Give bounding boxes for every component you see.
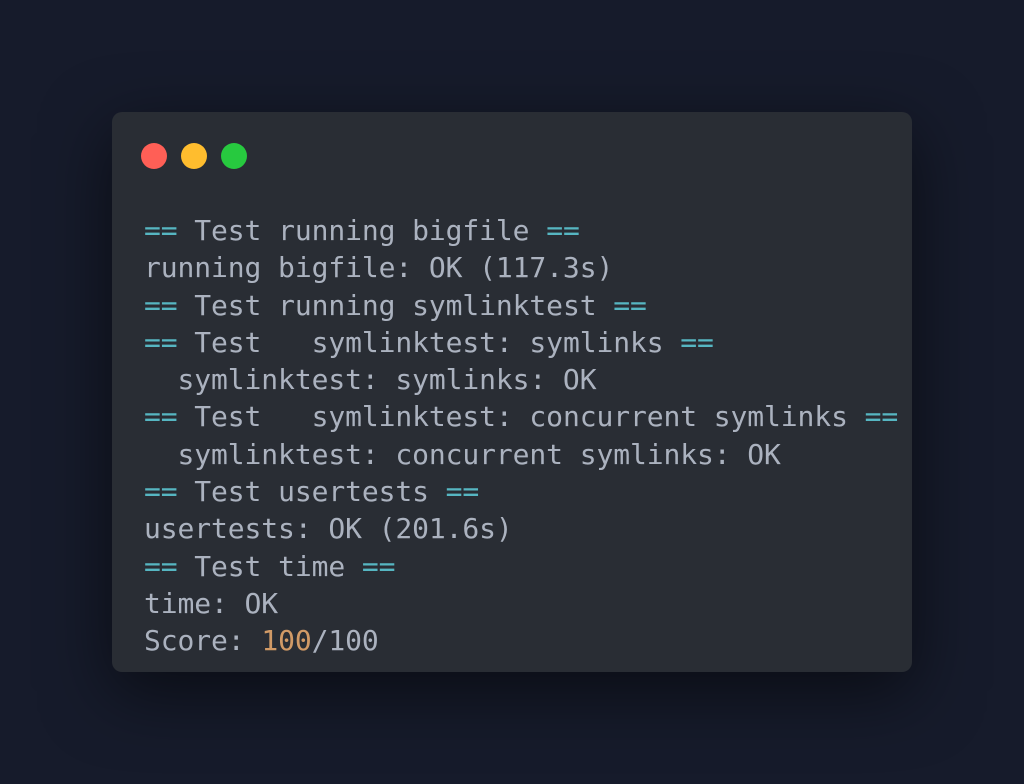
test-marker: == <box>144 288 178 322</box>
line-text: Test symlinktest: concurrent symlinks <box>194 400 848 434</box>
output-line: == Test time == <box>144 548 912 585</box>
output-line: == Test usertests == <box>144 473 912 510</box>
test-marker: == <box>361 549 396 583</box>
window-controls <box>141 143 247 169</box>
line-text: usertests: OK (201.6s) <box>144 512 513 546</box>
terminal-window: == Test running bigfile == running bigfi… <box>112 112 912 672</box>
line-text: Test symlinktest: symlinks <box>194 325 664 359</box>
output-line: time: OK <box>144 585 912 622</box>
maximize-button[interactable] <box>221 143 247 169</box>
line-text: symlinktest: symlinks: OK <box>144 363 597 397</box>
line-text: Test running symlinktest <box>194 288 597 322</box>
line-text: Test time <box>194 549 346 583</box>
test-marker: == <box>144 400 178 434</box>
output-line: == Test symlinktest: concurrent symlinks… <box>144 398 912 435</box>
test-marker: == <box>445 475 480 509</box>
test-marker: == <box>144 475 178 509</box>
line-text: Test running bigfile <box>194 214 530 247</box>
score-total: /100 <box>311 624 379 658</box>
line-text: time: OK <box>144 586 279 620</box>
test-marker: == <box>144 549 178 583</box>
line-text: running bigfile: OK (117.3s) <box>144 251 614 285</box>
score-line: Score: 100/100 <box>144 622 912 659</box>
close-button[interactable] <box>141 143 167 169</box>
output-line: usertests: OK (201.6s) <box>144 510 912 547</box>
test-marker: == <box>680 325 714 359</box>
minimize-button[interactable] <box>181 143 207 169</box>
score-value: 100 <box>261 624 312 658</box>
output-line: symlinktest: symlinks: OK <box>144 361 912 398</box>
test-marker: == <box>613 288 647 322</box>
output-line: == Test symlinktest: symlinks == <box>144 324 912 361</box>
output-line: == Test running symlinktest == <box>144 287 912 324</box>
output-line: running bigfile: OK (117.3s) <box>144 249 912 286</box>
test-marker: == <box>144 325 178 359</box>
terminal-output: == Test running bigfile == running bigfi… <box>144 212 912 660</box>
test-marker: == <box>864 400 899 434</box>
test-marker: == <box>144 214 178 247</box>
line-text: symlinktest: concurrent symlinks: OK <box>144 437 781 471</box>
output-line: symlinktest: concurrent symlinks: OK <box>144 436 912 473</box>
output-line: == Test running bigfile == <box>144 212 912 249</box>
test-marker: == <box>546 214 580 247</box>
line-text: Test usertests <box>194 475 429 509</box>
score-label: Score: <box>144 624 262 658</box>
